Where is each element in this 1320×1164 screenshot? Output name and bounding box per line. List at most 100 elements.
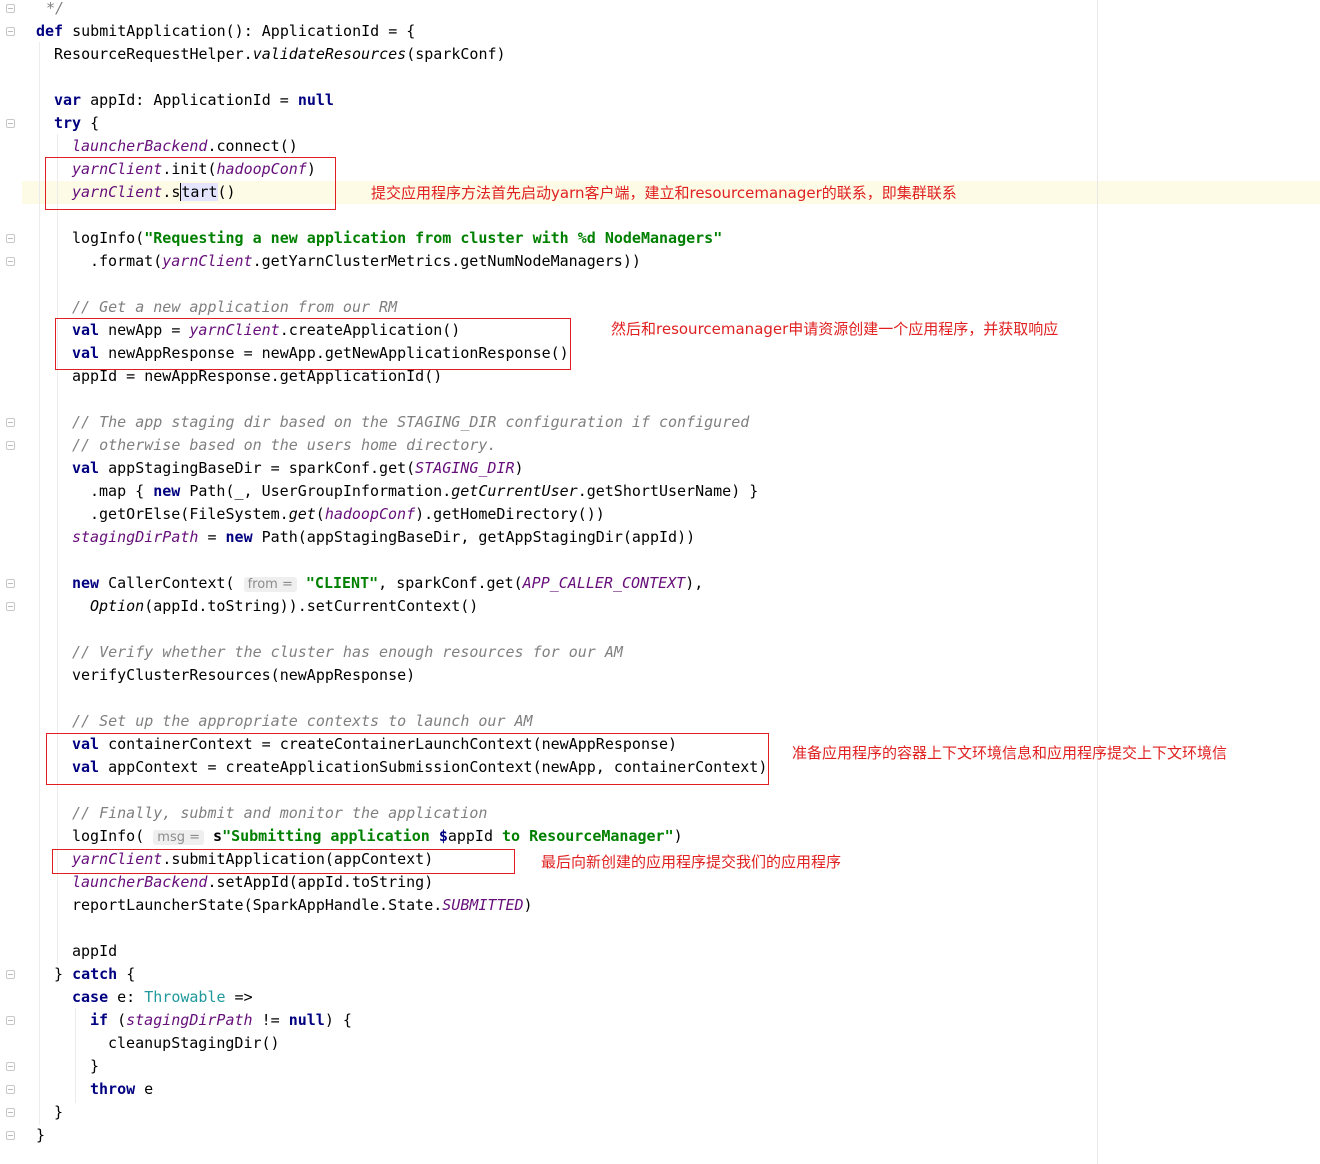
code-text: .map { <box>90 482 154 500</box>
code-text: .format( <box>90 252 163 270</box>
code-text: cleanupStagingDir() <box>108 1034 280 1052</box>
fold-marker-icon[interactable] <box>6 1085 15 1094</box>
keyword: new <box>153 482 181 500</box>
code-text: Path(_, UserGroupInformation. <box>180 482 452 500</box>
interpolation-marker: $ <box>438 827 448 845</box>
parameter-hint: msg = <box>153 830 204 845</box>
code-text: .getShortUserName) } <box>577 482 759 500</box>
fold-marker-icon[interactable] <box>6 27 15 36</box>
constant-ref: SUBMITTED <box>442 896 524 914</box>
fold-marker-icon[interactable] <box>6 119 15 128</box>
code-editor[interactable]: */ def submitApplication(): ApplicationI… <box>0 0 1320 1164</box>
string-literal: "CLIENT" <box>296 574 379 592</box>
code-text: } <box>54 965 73 983</box>
annotation-box <box>52 849 515 874</box>
fold-marker-icon[interactable] <box>6 1108 15 1117</box>
code-text: submitApplication(): ApplicationId = { <box>63 22 416 40</box>
code-text: } <box>90 1057 100 1075</box>
method-name: Option <box>90 597 145 615</box>
annotation-box <box>46 733 769 785</box>
keyword: catch <box>72 965 118 983</box>
keyword: throw <box>90 1080 136 1098</box>
code-text: != <box>252 1011 289 1029</box>
code-line: } catch { <box>54 963 135 986</box>
code-text: s <box>204 827 223 845</box>
keyword: new <box>72 574 100 592</box>
comment-text: // Verify whether the cluster has enough… <box>72 643 623 661</box>
fold-marker-icon[interactable] <box>6 1131 15 1140</box>
fold-marker-icon[interactable] <box>6 1062 15 1071</box>
code-line: appId <box>72 940 117 963</box>
code-line: // Verify whether the cluster has enough… <box>72 641 623 664</box>
code-line: // The app staging dir based on the STAG… <box>72 411 749 434</box>
code-line: Option(appId.toString)).setCurrentContex… <box>90 595 478 618</box>
code-text: appId: ApplicationId = <box>81 91 298 109</box>
comment-text: */ <box>46 0 65 17</box>
fold-marker-icon[interactable] <box>6 970 15 979</box>
keyword: try <box>54 114 82 132</box>
code-text: .connect() <box>207 137 298 155</box>
method-name: validateResources <box>252 45 407 63</box>
code-text: ) <box>673 827 683 845</box>
code-text: { <box>81 114 100 132</box>
fold-marker-icon[interactable] <box>6 234 15 243</box>
string-literal: "Requesting a new application from clust… <box>144 229 723 247</box>
keyword: var <box>54 91 82 109</box>
field-ref: stagingDirPath <box>72 528 199 546</box>
keyword: case <box>72 988 109 1006</box>
comment-text: // Set up the appropriate contexts to la… <box>72 712 533 730</box>
code-line: def submitApplication(): ApplicationId =… <box>36 20 415 43</box>
code-text: logInfo( <box>72 827 154 845</box>
code-line: } <box>54 1101 63 1124</box>
code-text: e: <box>108 988 145 1006</box>
code-text: ) { <box>324 1011 352 1029</box>
code-line: try { <box>54 112 99 135</box>
field-ref: hadoopConf <box>324 505 416 523</box>
fold-marker-icon[interactable] <box>6 441 15 450</box>
keyword: if <box>90 1011 109 1029</box>
code-line: // Get a new application from our RM <box>72 296 397 319</box>
editor-gutter <box>0 0 22 1164</box>
code-text: .getYarnClusterMetrics.getNumNodeManager… <box>252 252 641 270</box>
fold-marker-icon[interactable] <box>6 1016 15 1025</box>
code-line: stagingDirPath = new Path(appStagingBase… <box>72 526 695 549</box>
fold-marker-icon[interactable] <box>6 418 15 427</box>
code-line: .getOrElse(FileSystem.get(hadoopConf).ge… <box>90 503 605 526</box>
fold-marker-icon[interactable] <box>6 579 15 588</box>
code-text: } <box>54 1103 64 1121</box>
code-text: ).getHomeDirectory()) <box>415 505 605 523</box>
code-line: .format(yarnClient.getYarnClusterMetrics… <box>90 250 641 273</box>
comment-text: // Finally, submit and monitor the appli… <box>72 804 488 822</box>
indent-guide <box>57 134 58 964</box>
code-line: launcherBackend.connect() <box>72 135 298 158</box>
code-line: var appId: ApplicationId = null <box>54 89 334 112</box>
keyword: def <box>36 22 64 40</box>
constant-ref: STAGING_DIR <box>415 459 515 477</box>
indent-guide <box>75 1008 76 1103</box>
comment-text: // otherwise based on the users home dir… <box>72 436 497 454</box>
fold-marker-icon[interactable] <box>6 257 15 266</box>
fold-marker-icon[interactable] <box>6 602 15 611</box>
code-text: ), <box>685 574 704 592</box>
keyword: val <box>72 459 100 477</box>
keyword: new <box>225 528 253 546</box>
code-text: } <box>36 1126 46 1144</box>
code-line: new CallerContext( from = "CLIENT", spar… <box>72 572 703 595</box>
code-text: appId <box>447 827 493 845</box>
annotation-note: 准备应用程序的容器上下文环境信息和应用程序提交上下文环境信 <box>792 744 1228 762</box>
code-text: CallerContext( <box>99 574 244 592</box>
right-margin-guide <box>1097 0 1098 1164</box>
code-text: e <box>135 1080 154 1098</box>
indent-guide <box>39 42 40 1125</box>
code-text: ) <box>514 459 524 477</box>
code-line: if (stagingDirPath != null) { <box>90 1009 352 1032</box>
code-text: (sparkConf) <box>406 45 506 63</box>
string-literal: to ResourceManager" <box>493 827 674 845</box>
parameter-hint: from = <box>243 577 297 592</box>
code-line: */ <box>46 0 64 20</box>
fold-marker-icon[interactable] <box>6 4 15 13</box>
code-line: cleanupStagingDir() <box>108 1032 280 1055</box>
code-line: ResourceRequestHelper.validateResources(… <box>54 43 506 66</box>
code-line: launcherBackend.setAppId(appId.toString) <box>72 871 433 894</box>
type-name: Throwable <box>144 988 226 1006</box>
